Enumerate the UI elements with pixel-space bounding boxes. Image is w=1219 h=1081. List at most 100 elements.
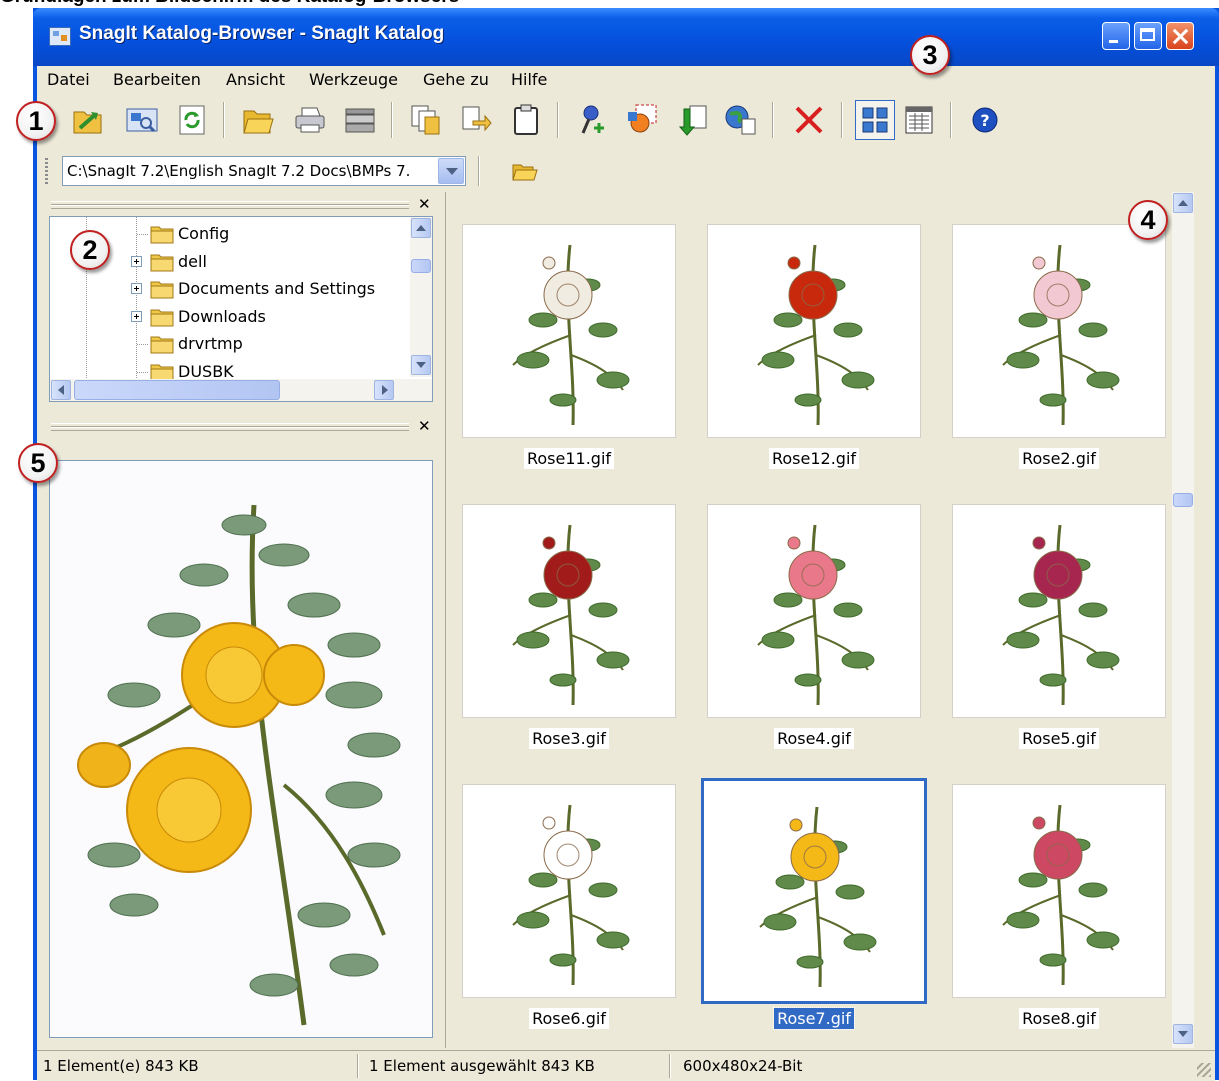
thumbnail-item[interactable]: Rose12.gif	[707, 224, 925, 478]
thumbnail-image[interactable]	[707, 504, 921, 718]
status-separator	[357, 1054, 359, 1078]
folder-tree-horizontal-scrollbar[interactable]	[50, 379, 432, 401]
pin-add-icon[interactable]	[574, 100, 614, 140]
thumbnail-image[interactable]	[462, 224, 676, 438]
title-bar[interactable]: SnagIt Katalog-Browser - SnagIt Katalog	[33, 8, 1219, 66]
tree-connector	[137, 371, 149, 373]
tree-item-label: dell	[178, 251, 207, 271]
folder-pane-close-icon[interactable]: ✕	[418, 195, 431, 213]
web-export-icon[interactable]	[721, 100, 761, 140]
thumbnail-item[interactable]: Rose11.gif	[462, 224, 680, 478]
path-dropdown-button[interactable]	[438, 158, 464, 184]
thumbnail-caption: Rose4.gif	[707, 728, 921, 749]
refresh-icon[interactable]	[172, 100, 212, 140]
thumbnail-item[interactable]: Rose3.gif	[462, 504, 680, 758]
menu-gehe-zu[interactable]: Gehe zu	[423, 70, 489, 89]
status-selection: 1 Element ausgewählt 843 KB	[369, 1057, 595, 1075]
preview-pane-header: ✕	[43, 417, 439, 438]
menu-hilfe[interactable]: Hilfe	[511, 70, 547, 89]
browse-folder-icon[interactable]	[512, 162, 538, 186]
thumbnail-item[interactable]: Rose5.gif	[952, 504, 1170, 758]
folder-browse-icon[interactable]	[68, 100, 108, 140]
tree-item[interactable]: Downloads	[50, 304, 410, 331]
toolbar-separator	[478, 156, 480, 186]
thumbnail-vertical-scrollbar[interactable]	[1172, 192, 1194, 1048]
scroll-thumb[interactable]	[1173, 492, 1193, 507]
scroll-up-button[interactable]	[411, 218, 431, 238]
thumbnail-caption: Rose7.gif	[707, 1007, 921, 1030]
preview-pane-gripper[interactable]	[51, 423, 409, 431]
callout-1: 1	[16, 101, 56, 141]
paste-icon[interactable]	[506, 100, 546, 140]
thumbnail-caption: Rose2.gif	[952, 448, 1166, 469]
thumbnail-view-icon[interactable]	[855, 100, 895, 140]
copy-icon[interactable]	[406, 100, 446, 140]
thumbnail-image[interactable]	[707, 224, 921, 438]
callout-5: 5	[18, 443, 58, 483]
maximize-button[interactable]	[1134, 22, 1162, 50]
thumbnail-item[interactable]: Rose2.gif	[952, 224, 1170, 478]
tree-item[interactable]: Documents and Settings	[50, 276, 410, 303]
scroll-up-button[interactable]	[1173, 193, 1193, 213]
thumbnail-image[interactable]	[952, 224, 1166, 438]
folder-icon	[150, 225, 174, 248]
thumbnail-item[interactable]: Rose6.gif	[462, 784, 680, 1038]
tree-item[interactable]: drvrtmp	[50, 331, 410, 358]
resize-grip[interactable]	[1197, 1063, 1211, 1077]
image-convert-icon[interactable]	[623, 100, 663, 140]
thumbnail-image[interactable]	[462, 504, 676, 718]
thumbnail-image[interactable]	[952, 784, 1166, 998]
folder-pane-gripper[interactable]	[51, 201, 409, 209]
address-bar: C:\SnagIt 7.2\English SnagIt 7.2 Docs\BM…	[37, 150, 1215, 192]
print-icon[interactable]	[290, 100, 330, 140]
thumbnail-image[interactable]	[462, 784, 676, 998]
address-bar-gripper[interactable]	[45, 158, 48, 184]
preview-image	[54, 465, 428, 1033]
thumbnail-filename: Rose5.gif	[1019, 728, 1099, 749]
catalog-browser-window: SnagIt Katalog-Browser - SnagIt Katalog …	[33, 8, 1219, 1081]
menu-bearbeiten[interactable]: Bearbeiten	[113, 70, 201, 89]
scanner-icon[interactable]	[340, 100, 380, 140]
menu-werkzeuge[interactable]: Werkzeuge	[309, 70, 398, 89]
expand-icon[interactable]	[131, 310, 142, 322]
expand-icon[interactable]	[131, 283, 142, 294]
scroll-thumb[interactable]	[74, 380, 280, 400]
scroll-right-button[interactable]	[374, 380, 394, 400]
delete-icon[interactable]	[789, 100, 829, 140]
client-area: Datei Bearbeiten Ansicht Werkzeuge Gehe …	[37, 66, 1215, 1081]
status-image-info: 600x480x24-Bit	[683, 1057, 803, 1075]
thumbnail-item[interactable]: Rose7.gif	[701, 778, 927, 1038]
details-view-icon[interactable]	[899, 100, 939, 140]
copy-to-icon[interactable]	[456, 100, 496, 140]
menu-datei[interactable]: Datei	[47, 70, 90, 89]
svg-text:?: ?	[980, 111, 989, 130]
thumbnail-item[interactable]: Rose8.gif	[952, 784, 1170, 1038]
thumbnail-image[interactable]	[952, 504, 1166, 718]
close-button[interactable]	[1166, 22, 1194, 50]
scroll-left-button[interactable]	[51, 380, 71, 400]
thumbnail-filename: Rose4.gif	[774, 728, 854, 749]
image-preview-pane	[49, 460, 433, 1038]
scroll-thumb[interactable]	[411, 259, 431, 274]
page-heading: Grundlagen zum Bildschirm des Katalog-Br…	[0, 0, 459, 8]
thumbnail-filename: Rose3.gif	[529, 728, 609, 749]
thumbnail-image[interactable]	[701, 778, 927, 1004]
menu-ansicht[interactable]: Ansicht	[226, 70, 285, 89]
callout-4: 4	[1128, 200, 1168, 240]
minimize-button[interactable]	[1102, 22, 1130, 50]
move-files-icon[interactable]	[673, 100, 713, 140]
path-combobox[interactable]: C:\SnagIt 7.2\English SnagIt 7.2 Docs\BM…	[62, 156, 466, 186]
preview-pane-close-icon[interactable]: ✕	[418, 417, 431, 435]
toolbar-separator	[557, 102, 559, 138]
scroll-down-button[interactable]	[1173, 1024, 1193, 1044]
thumbnail-item[interactable]: Rose4.gif	[707, 504, 925, 758]
thumbnail-filename: Rose12.gif	[768, 448, 860, 469]
catalog-icon[interactable]	[122, 100, 162, 140]
thumbnail-filename: Rose8.gif	[1019, 1008, 1099, 1029]
folder-tree-vertical-scrollbar[interactable]	[410, 217, 432, 377]
open-folder-icon[interactable]	[238, 100, 278, 140]
expand-icon[interactable]	[131, 255, 142, 267]
scroll-down-button[interactable]	[411, 355, 431, 375]
tree-connector	[137, 344, 149, 345]
help-icon[interactable]: ?	[965, 100, 1005, 140]
